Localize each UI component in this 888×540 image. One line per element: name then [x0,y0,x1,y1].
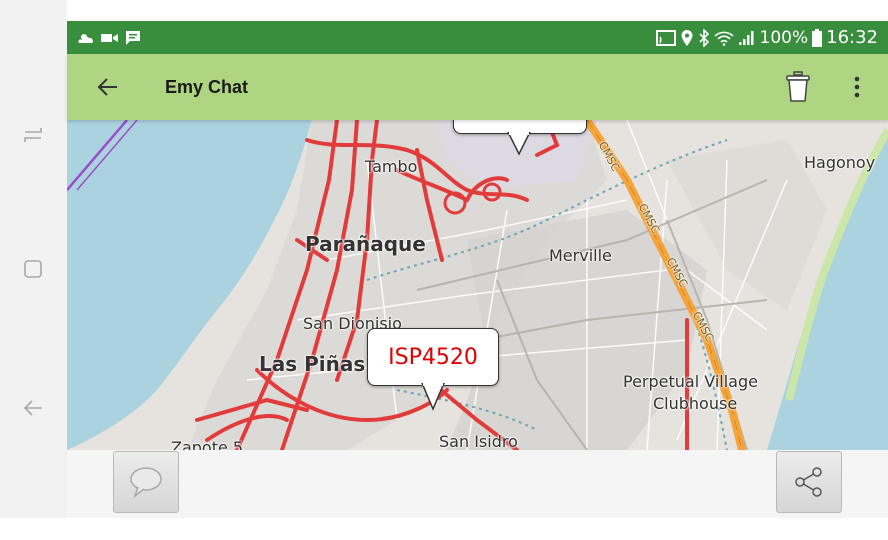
back-icon[interactable] [18,393,48,423]
overflow-menu-button[interactable] [845,68,869,106]
map-label-san-isidro: San Isidro [439,432,518,450]
battery-icon [812,28,823,47]
location-icon [681,29,693,46]
status-system-icons: 100% 16:32 [655,27,878,48]
callout-tail-top [507,132,531,156]
battery-percent: 100% [759,27,809,48]
map-view[interactable]: Tambo Hagonoy Parañaque Merville San Dio… [67,120,888,450]
map-label-perpetual-village: Perpetual Village [623,372,758,391]
device-marker-pointer [421,383,445,411]
map-label-las-pinas: Las Piñas [259,352,366,376]
share-button[interactable] [776,451,842,513]
delete-button[interactable] [784,68,812,106]
share-icon [795,467,822,497]
video-icon [101,33,118,42]
trash-icon [786,71,810,102]
map-label-clubhouse: Clubhouse [653,394,738,413]
status-bar: 100% 16:32 [67,21,888,54]
status-notifications [77,30,141,46]
home-icon[interactable] [18,254,48,284]
top-margin [67,0,888,21]
map-label-tambo: Tambo [365,157,418,176]
system-navigation-bar [0,0,67,518]
map-basemap [67,120,888,450]
more-vertical-icon [854,76,860,98]
device-marker-callout[interactable]: ISP4520 [367,328,499,386]
map-label-paranaque: Parañaque [305,232,426,256]
map-label-merville: Merville [549,246,612,265]
bottom-margin [0,518,888,540]
device-marker-label: ISP4520 [388,344,478,370]
wifi-icon [713,31,734,46]
map-label-zapote: Zapote 5 [171,438,244,450]
chat-button[interactable] [113,451,179,513]
speech-bubble-icon [130,467,162,498]
bluetooth-icon [698,28,709,47]
signal-icon [738,30,754,45]
message-icon [126,30,140,45]
app-title: Emy Chat [165,76,249,97]
back-button[interactable] [88,67,128,107]
clock: 16:32 [826,27,878,48]
app-bar: Emy Chat [67,54,888,120]
recent-apps-icon[interactable] [18,120,48,150]
bottom-toolbar [67,450,888,518]
map-label-hagonoy: Hagonoy [804,153,876,172]
arrow-left-icon [97,78,117,96]
weather-icon [78,33,93,43]
cast-icon [655,29,676,46]
